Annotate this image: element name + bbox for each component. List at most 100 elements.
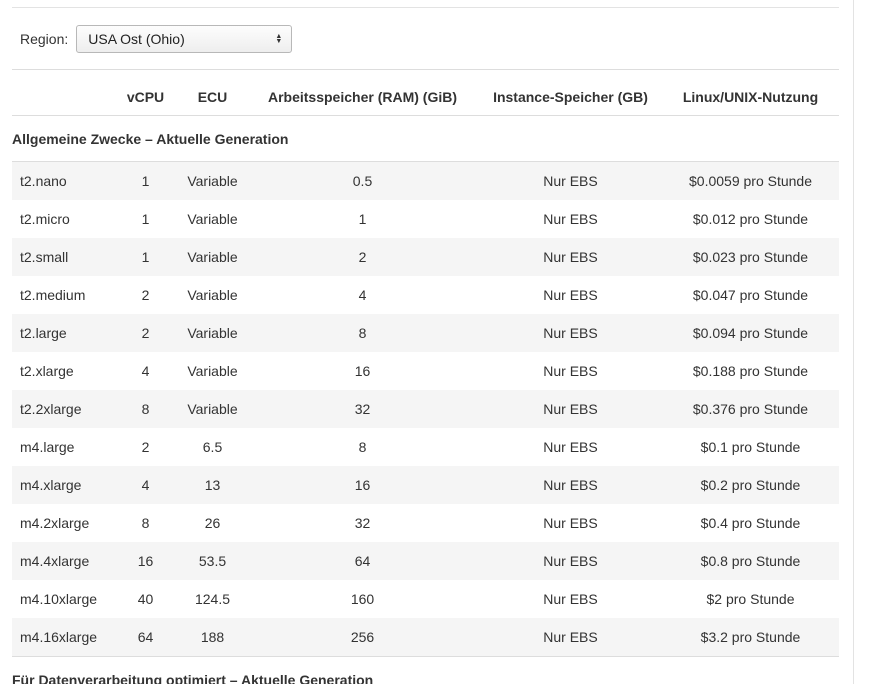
ram-cell: 1 [358,211,367,227]
ram-cell: 160 [350,591,375,607]
next-section-title: Für Datenverarbeitung optimiert – Aktuel… [12,672,374,684]
pricing-table: vCPU ECU Arbeitsspeicher (RAM) (GiB) Ins… [12,78,839,657]
storage-cell: Nur EBS [543,591,598,607]
storage-cell: Nur EBS [479,314,662,352]
instance-type-cell: t2.xlarge [20,363,74,379]
ecu-cell: 53.5 [179,542,246,580]
storage-cell: Nur EBS [543,363,598,379]
ecu-cell: 124.5 [194,591,231,607]
instance-type-cell: m4.large [20,439,75,455]
table-row: t2.nano 1 Variable 0.5 Nur EBS $0.0059 pro St… [12,161,839,200]
instance-type-cell: t2.large [12,314,112,352]
instance-type-cell: t2.nano [12,161,112,200]
ram-cell: 16 [246,466,479,504]
storage-cell: Nur EBS [543,439,598,455]
header-ram: Arbeitsspeicher (RAM) (GiB) [246,78,479,116]
section-title: Allgemeine Zwecke – Aktuelle Generation [12,115,839,162]
price-cell: $0.376 pro Stunde [662,390,839,428]
region-selector-row: Region: USA Ost (Ohio) ▲ ▼ [20,24,293,54]
ecu-cell: 188 [179,618,246,657]
ram-cell: 4 [358,287,367,303]
vcpu-cell: 8 [141,515,150,531]
ram-cell: 8 [246,314,479,352]
ecu-cell: Variable [187,287,238,303]
ram-cell: 64 [246,542,479,580]
vcpu-cell: 2 [141,287,150,303]
vcpu-cell: 4 [112,466,179,504]
ecu-cell: Variable [179,161,246,200]
price-cell: $0.188 pro Stunde [692,363,809,379]
price-cell: $0.1 pro Stunde [700,439,801,455]
ecu-cell: Variable [179,390,246,428]
table-row: m4.2xlarge 8 26 32 Nur EBS $0.4 pro Stunde [12,504,839,542]
price-cell: $0.094 pro Stunde [662,314,839,352]
ecu-cell: 26 [204,515,221,531]
ram-cell: 32 [354,515,371,531]
ecu-cell: Variable [179,314,246,352]
vcpu-cell: 8 [112,390,179,428]
storage-cell: Nur EBS [543,287,598,303]
instance-type-cell: t2.2xlarge [12,390,112,428]
divider [12,69,839,70]
vcpu-cell: 64 [112,618,179,657]
instance-type-cell: m4.xlarge [12,466,112,504]
price-cell: $0.047 pro Stunde [692,287,809,303]
vcpu-cell: 40 [137,591,154,607]
vcpu-cell: 2 [112,314,179,352]
vcpu-cell: 16 [112,542,179,580]
table-row: m4.xlarge 4 13 16 Nur EBS $0.2 pro Stunde [12,466,839,504]
ram-cell: 8 [358,439,367,455]
table-row: m4.4xlarge 16 53.5 64 Nur EBS $0.8 pro Stunde [12,542,839,580]
header-vcpu: vCPU [112,78,179,116]
price-cell: $0.2 pro Stunde [662,466,839,504]
storage-cell: Nur EBS [479,466,662,504]
header-linux-price: Linux/UNIX-Nutzung [662,78,839,116]
price-cell: $0.4 pro Stunde [700,515,801,531]
header-storage: Instance-Speicher (GB) [479,78,662,116]
table-row: t2.large 2 Variable 8 Nur EBS $0.094 pro Stun… [12,314,839,352]
vcpu-cell: 2 [141,439,150,455]
table-row: m4.large 2 6.5 8 Nur EBS $0.1 pro Stunde [12,428,839,466]
price-cell: $0.8 pro Stunde [662,542,839,580]
price-cell: $2 pro Stunde [706,591,795,607]
ecu-cell: Variable [179,238,246,276]
table-row: t2.xlarge 4 Variable 16 Nur EBS $0.188 pro St… [12,352,839,390]
instance-type-cell: m4.10xlarge [20,591,98,607]
table-row: t2.2xlarge 8 Variable 32 Nur EBS $0.376 pro S… [12,390,839,428]
instance-type-cell: m4.16xlarge [12,618,112,657]
ecu-cell: Variable [187,211,238,227]
vcpu-cell: 1 [141,211,150,227]
storage-cell: Nur EBS [479,618,662,657]
price-cell: $0.012 pro Stunde [692,211,809,227]
scrollbar-track[interactable] [853,0,854,684]
table-row: m4.16xlarge 64 188 256 Nur EBS $3.2 pro Stund… [12,618,839,657]
instance-type-cell: m4.4xlarge [12,542,112,580]
price-cell: $3.2 pro Stunde [662,618,839,657]
instance-type-cell: t2.micro [20,211,70,227]
storage-cell: Nur EBS [479,390,662,428]
region-select[interactable]: USA Ost (Ohio) ▲ ▼ [76,25,293,53]
price-cell: $0.023 pro Stunde [662,238,839,276]
pricing-page: Region: USA Ost (Ohio) ▲ ▼ vCPU ECU Arbei… [0,0,876,684]
header-ecu: ECU [179,78,246,116]
table-row: t2.medium 2 Variable 4 Nur EBS $0.047 pro Stu… [12,276,839,314]
region-select-value: USA Ost (Ohio) [88,31,185,47]
section-heading-row: Allgemeine Zwecke – Aktuelle Generation [12,115,839,162]
ram-cell: 0.5 [246,161,479,200]
storage-cell: Nur EBS [479,542,662,580]
table-header-row: vCPU ECU Arbeitsspeicher (RAM) (GiB) Ins… [12,78,839,116]
region-label: Region: [20,31,69,47]
vcpu-cell: 4 [141,363,150,379]
ecu-cell: 6.5 [202,439,223,455]
price-cell: $0.0059 pro Stunde [662,161,839,200]
instance-type-cell: m4.2xlarge [20,515,90,531]
storage-cell: Nur EBS [479,238,662,276]
header-instance [12,78,112,116]
table-row: t2.small 1 Variable 2 Nur EBS $0.023 pro Stun… [12,238,839,276]
vcpu-cell: 1 [112,161,179,200]
storage-cell: Nur EBS [543,515,598,531]
ram-cell: 16 [354,363,371,379]
storage-cell: Nur EBS [479,161,662,200]
updown-arrows-icon: ▲ ▼ [275,33,283,45]
instance-type-cell: t2.small [12,238,112,276]
